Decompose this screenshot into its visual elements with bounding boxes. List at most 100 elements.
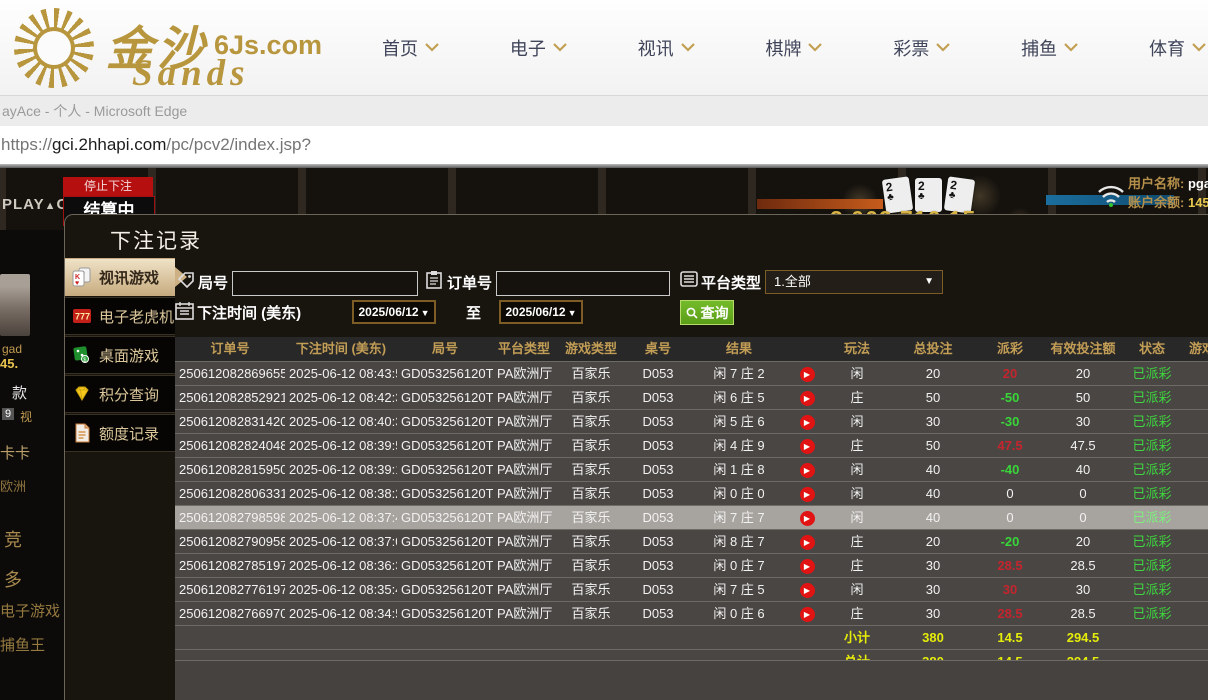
- table-row[interactable]: 2506120827851972025-06-12 08:36:30GD0532…: [175, 553, 1208, 577]
- table-row[interactable]: 2506120828314202025-06-12 08:40:36GD0532…: [175, 409, 1208, 433]
- cell-time: 2025-06-12 08:37:05: [285, 530, 397, 553]
- table-row[interactable]: 2506120828696552025-06-12 08:43:56GD0532…: [175, 361, 1208, 385]
- cell-table: D053: [627, 482, 689, 505]
- cell-total: 50: [889, 434, 977, 457]
- nav-item-label: 捕鱼: [1021, 35, 1057, 61]
- cell-bet: 庄: [825, 554, 889, 577]
- replay-button[interactable]: ▶: [800, 583, 815, 598]
- search-button[interactable]: 查询: [680, 300, 734, 325]
- replay-button[interactable]: ▶: [800, 367, 815, 382]
- nav-item-2[interactable]: 电子: [508, 29, 569, 67]
- cell-round: [397, 650, 493, 660]
- nav-item-6[interactable]: 捕鱼: [1019, 29, 1080, 67]
- cell-bet: 庄: [825, 386, 889, 409]
- cell-payout: 14.5: [977, 626, 1043, 649]
- cell-status: [1123, 626, 1181, 649]
- nav-item-1[interactable]: 首页: [380, 29, 441, 67]
- nav-item-7[interactable]: 体育: [1147, 29, 1208, 67]
- lobby-fragment: 45.: [0, 356, 18, 371]
- cell-result: 闲 1 庄 8: [689, 458, 789, 481]
- site-logo[interactable]: 金沙 6Js.com Sands: [14, 4, 344, 92]
- replay-button[interactable]: ▶: [800, 535, 815, 550]
- order-input[interactable]: [496, 271, 670, 296]
- cell-bet: 闲: [825, 482, 889, 505]
- replay-button[interactable]: ▶: [800, 463, 815, 478]
- cell-platform: PA欧洲厅: [493, 458, 555, 481]
- table-footer-area: [175, 660, 1208, 700]
- table-row[interactable]: 2506120827909582025-06-12 08:37:05GD0532…: [175, 529, 1208, 553]
- cell-total: 380: [889, 626, 977, 649]
- table-row[interactable]: 2506120828529212025-06-12 08:42:30GD0532…: [175, 385, 1208, 409]
- sidebar-item-5[interactable]: 额度记录: [65, 414, 175, 452]
- cell-play: [789, 650, 825, 660]
- table-row[interactable]: 2506120828063312025-06-12 08:38:25GD0532…: [175, 481, 1208, 505]
- cell-game2: [1181, 410, 1208, 433]
- window-titlebar[interactable]: ayAce - 个人 - Microsoft Edge: [0, 95, 1208, 127]
- header-cell: 游戏: [1181, 337, 1208, 361]
- lobby-fragment: 款: [12, 382, 27, 403]
- cell-bet: 闲: [825, 410, 889, 433]
- cell-result: 闲 7 庄 7: [689, 506, 789, 529]
- replay-button[interactable]: ▶: [800, 391, 815, 406]
- cell-round: [397, 626, 493, 649]
- chevron-down-icon: [1064, 43, 1078, 52]
- cell-play: [789, 626, 825, 649]
- chevron-down-icon: [425, 43, 439, 52]
- address-bar[interactable]: https://gci.2hhapi.com/pc/pcv2/index.jsp…: [0, 126, 1208, 164]
- nav-item-5[interactable]: 彩票: [891, 29, 952, 67]
- platform-filter-label: 平台类型: [701, 272, 761, 293]
- platform-select[interactable]: 1.全部 ▼: [765, 270, 943, 294]
- cell-payout: 0: [977, 482, 1043, 505]
- table-row[interactable]: 2506120828240482025-06-12 08:39:59GD0532…: [175, 433, 1208, 457]
- cell-payout: -40: [977, 458, 1043, 481]
- sidebar-item-1[interactable]: 9K♥视讯游戏: [65, 258, 175, 296]
- table-row[interactable]: 2506120827985982025-06-12 08:37:48GD0532…: [175, 505, 1208, 529]
- cell-platform: PA欧洲厅: [493, 530, 555, 553]
- cell-game2: [1181, 506, 1208, 529]
- table-row[interactable]: 2506120827669702025-06-12 08:34:54GD0532…: [175, 601, 1208, 625]
- user-info-line: 用户名称: pga: [1128, 174, 1208, 193]
- sidebar-item-2[interactable]: 777电子老虎机: [65, 297, 175, 335]
- cell-payout: 30: [977, 578, 1043, 601]
- nav-item-label: 彩票: [893, 35, 929, 61]
- info-value: pga: [1188, 176, 1208, 191]
- cell-valid: 20: [1043, 362, 1123, 385]
- cell-table: D053: [627, 554, 689, 577]
- table-row[interactable]: 2506120827761972025-06-12 08:35:44GD0532…: [175, 577, 1208, 601]
- cell-bet: 闲: [825, 458, 889, 481]
- cell-order: 250612082824048: [175, 434, 285, 457]
- cell-result: 闲 5 庄 6: [689, 410, 789, 433]
- replay-button[interactable]: ▶: [800, 487, 815, 502]
- sun-logo-icon: [14, 8, 94, 88]
- cell-game: 百家乐: [555, 434, 627, 457]
- cell-time: 2025-06-12 08:34:54: [285, 602, 397, 625]
- cell-payout: 0: [977, 506, 1043, 529]
- date-to-picker[interactable]: 2025/06/12▼: [499, 300, 583, 324]
- cell-game: [555, 650, 627, 660]
- lobby-fragment: 多: [4, 566, 22, 592]
- replay-button[interactable]: ▶: [800, 415, 815, 430]
- cell-play: ▶: [789, 362, 825, 385]
- sidebar-item-4[interactable]: 积分查询: [65, 375, 175, 413]
- lobby-fragment: gad: [2, 342, 22, 356]
- nav-item-3[interactable]: 视讯: [636, 29, 697, 67]
- cell-round: GD053256120T0: [397, 602, 493, 625]
- cell-play: ▶: [789, 458, 825, 481]
- cell-order: 250612082852921: [175, 386, 285, 409]
- cell-payout: 28.5: [977, 554, 1043, 577]
- replay-button[interactable]: ▶: [800, 559, 815, 574]
- round-input[interactable]: [232, 271, 418, 296]
- table-row[interactable]: 2506120828159502025-06-12 08:39:15GD0532…: [175, 457, 1208, 481]
- sidebar-item-3[interactable]: $桌面游戏: [65, 336, 175, 374]
- replay-button[interactable]: ▶: [800, 439, 815, 454]
- date-from-picker[interactable]: 2025/06/12▼: [352, 300, 436, 324]
- cell-valid: 50: [1043, 386, 1123, 409]
- cell-result: [689, 626, 789, 649]
- header-cell: 总投注: [889, 337, 977, 361]
- replay-button[interactable]: ▶: [800, 511, 815, 526]
- cell-result: 闲 0 庄 6: [689, 602, 789, 625]
- nav-item-4[interactable]: 棋牌: [763, 29, 824, 67]
- replay-button[interactable]: ▶: [800, 607, 815, 622]
- cell-time: [285, 626, 397, 649]
- nav-item-label: 体育: [1149, 35, 1185, 61]
